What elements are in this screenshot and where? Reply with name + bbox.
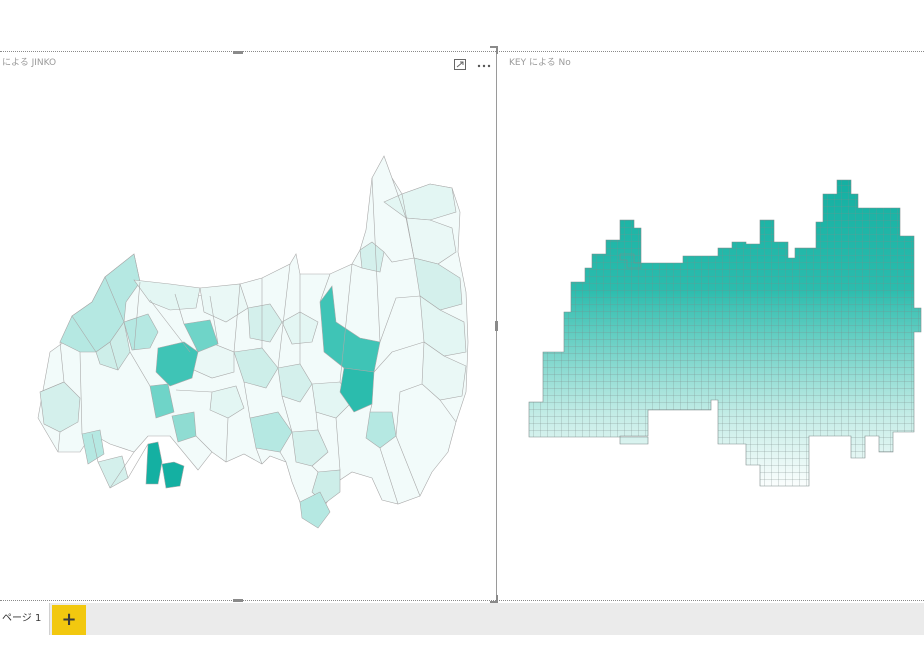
plus-icon: +: [61, 609, 77, 630]
filled-map-visual[interactable]: による JINKO: [0, 46, 498, 603]
map-region: [145, 441, 163, 485]
resize-handle-top[interactable]: [233, 51, 243, 54]
page-tab[interactable]: ページ 1: [0, 603, 50, 635]
status-area: [0, 635, 924, 660]
grid-map: [528, 179, 922, 487]
add-page-button[interactable]: +: [52, 605, 86, 635]
map-region: [81, 429, 105, 465]
grid-map-visual[interactable]: KEY による No: [498, 52, 924, 600]
report-canvas: による JINKO KEY による No: [0, 0, 924, 603]
map-region: [161, 461, 185, 489]
canvas-bottom-border: [0, 600, 924, 601]
resize-handle-corner-top[interactable]: [490, 46, 498, 54]
resize-handle-corner-bottom[interactable]: [490, 595, 498, 603]
municipal-map: [37, 155, 469, 529]
grid-cell-lines: [529, 180, 921, 486]
page-tab-bar: ページ 1 +: [0, 603, 924, 635]
